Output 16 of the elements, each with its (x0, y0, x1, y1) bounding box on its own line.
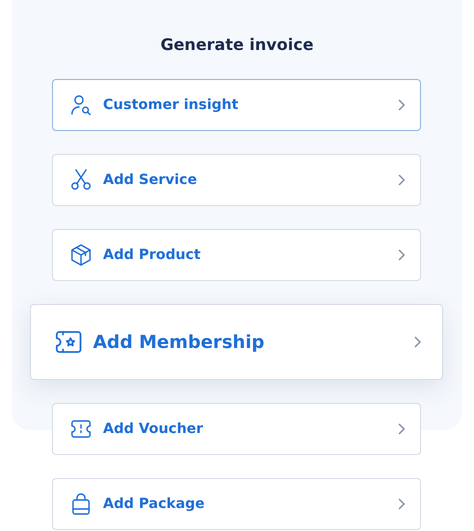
chevron-icon (396, 173, 406, 187)
person-search-icon (69, 93, 93, 117)
menu-item[interactable]: Add Voucher (52, 403, 421, 455)
chevron-icon (396, 98, 406, 112)
box-icon (69, 243, 93, 267)
menu-item[interactable]: Add Product (52, 229, 421, 281)
panel-title: Generate invoice (160, 34, 314, 56)
menu-item[interactable]: Customer insight (52, 79, 421, 131)
chevron-icon (412, 335, 422, 349)
chevron-icon (396, 422, 406, 436)
menu-item[interactable]: Add Membership (30, 304, 443, 380)
chevron-icon (396, 497, 406, 511)
menu-item[interactable]: Add Package (52, 478, 421, 530)
scissors-icon (69, 168, 93, 192)
chevron-icon (396, 248, 406, 262)
menu-item[interactable]: Add Service (52, 154, 421, 206)
